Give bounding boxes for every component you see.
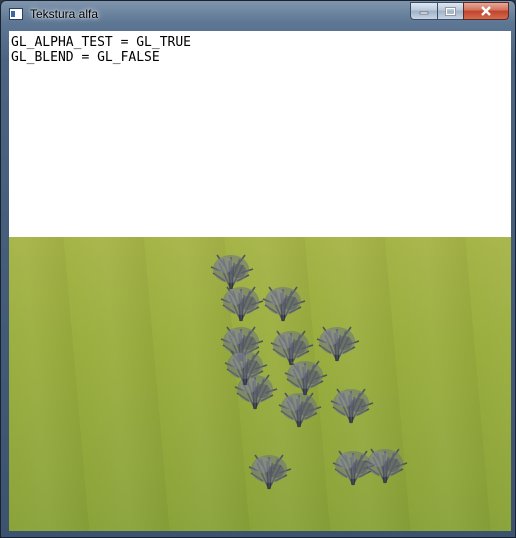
- tree-billboards: [210, 254, 408, 490]
- title-bar[interactable]: Tekstura alfa: [1, 1, 515, 29]
- tree-cluster: [210, 254, 408, 490]
- blend-status: GL_BLEND = GL_FALSE: [11, 50, 160, 65]
- maximize-button[interactable]: [437, 2, 463, 20]
- alpha-test-status: GL_ALPHA_TEST = GL_TRUE: [11, 35, 192, 50]
- close-button[interactable]: [463, 2, 509, 20]
- window-title: Tekstura alfa: [30, 7, 99, 21]
- minimize-icon: [419, 11, 429, 15]
- window-controls: [410, 2, 509, 21]
- maximize-icon: [445, 6, 456, 16]
- gl-viewport[interactable]: GL_ALPHA_TEST = GL_TRUE GL_BLEND = GL_FA…: [9, 31, 511, 531]
- app-window-icon[interactable]: [9, 8, 23, 20]
- minimize-button[interactable]: [410, 2, 437, 20]
- close-icon: [481, 6, 491, 16]
- grass-ground: [9, 237, 511, 531]
- app-window: Tekstura alfa GL_ALPHA_TEST = GL_TRUE GL…: [0, 0, 516, 538]
- status-overlay: GL_ALPHA_TEST = GL_TRUE GL_BLEND = GL_FA…: [11, 35, 191, 65]
